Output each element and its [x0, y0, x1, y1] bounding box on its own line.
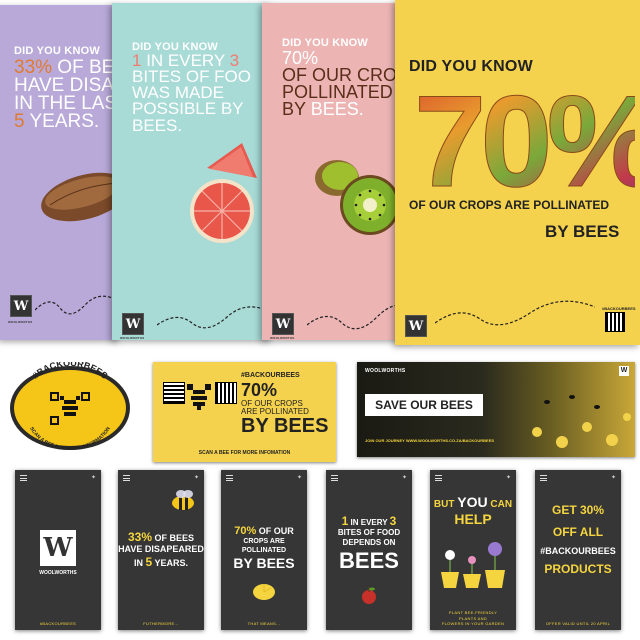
bee-trail — [35, 295, 120, 315]
poster-copy: 70% OF OUR CROP POLLINATED BY BEES. — [282, 48, 410, 120]
menu-icon — [331, 475, 338, 481]
phone-copy: 70% OF OUR CROPS ARE POLLINATED BY BEES — [233, 525, 295, 571]
backourbees-sticker: #BACKOURBEES SCAN A BEE FOR MORE INFORMA… — [10, 362, 130, 452]
phone-copy: 1 IN EVERY 3 BITES OF FOOD DEPENDS ON BE… — [337, 514, 401, 573]
hashtag-label: #BACKOURBEES — [602, 306, 636, 311]
phone-screen-you-can-help: ✦ BUT YOU CAN HELP PLANT BEE-FRIENDLY PL… — [430, 470, 516, 630]
menu-icon — [123, 475, 130, 481]
bee-trail — [435, 300, 595, 326]
phone-screen-logo: ✦ W WOOLWORTHS #BACKOURBEES — [15, 470, 101, 630]
bee-icon: ✦ — [401, 475, 407, 481]
crops-line: OF OUR CROPS ARE POLLINATED — [409, 198, 610, 212]
banner-brand: WOOLWORTHS — [365, 368, 406, 374]
banner-save-our-bees: WOOLWORTHS W SAVE OUR BEES JOIN OUR JOUR… — [357, 362, 635, 457]
save-our-bees-title: SAVE OUR BEES — [375, 398, 473, 412]
cartoon-bee-icon — [172, 490, 194, 510]
logo-text: WOOLWORTHS — [8, 320, 33, 324]
poster-copy: 33% OF BE HAVE DISAPE IN THE LAS 5 YEARS… — [14, 57, 120, 133]
poster-33-percent: DID YOU KNOW 33% OF BE HAVE DISAPE IN TH… — [0, 5, 120, 340]
bee-icon: ✦ — [296, 475, 302, 481]
big-70-percent-fruit: 70% — [414, 78, 636, 193]
poster-heading: DID YOU KNOW — [14, 45, 100, 57]
save-our-bees-box: SAVE OUR BEES — [365, 394, 483, 416]
menu-icon — [540, 475, 547, 481]
phone-copy: BUT YOU CAN HELP — [433, 494, 513, 527]
poster-70-percent-yellow: DID YOU KNOW 70% OF OUR CROPS ARE POLLIN… — [395, 0, 640, 345]
poster-70-percent-pink: DID YOU KNOW 70% OF OUR CROP POLLINATED … — [262, 3, 412, 340]
phone-screen-1-in-3: ✦ 1 IN EVERY 3 BITES OF FOOD DEPENDS ON … — [326, 470, 412, 630]
logo-text: WOOLWORTHS — [39, 570, 77, 576]
phone-screen-70-percent: ✦ 70% OF OUR CROPS ARE POLLINATED BY BEE… — [221, 470, 307, 630]
banner-url: JOIN OUR JOURNEY WWW.WOOLWORTHS.CO.ZA/BA… — [365, 438, 495, 443]
banner-footer: SCAN A BEE FOR MORE INFOMATION — [198, 450, 291, 456]
lemon-icon — [253, 584, 275, 600]
banner-percent: 70% — [241, 380, 278, 400]
bee-icon: ✦ — [90, 475, 96, 481]
bee-icon: ✦ — [193, 475, 199, 481]
woolworths-logo-large: W — [40, 530, 76, 566]
by-bees-text: BY BEES — [545, 222, 620, 241]
menu-icon — [20, 475, 27, 481]
menu-icon — [435, 475, 442, 481]
menu-icon — [226, 475, 233, 481]
poster-copy: 1 IN EVERY 3 BITES OF FOO WAS MADE POSSI… — [132, 51, 252, 135]
bee-trail — [157, 306, 272, 329]
poster-heading: DID YOU KNOW — [409, 58, 533, 75]
poster-1-in-3: DID YOU KNOW 1 IN EVERY 3 BITES OF FOO W… — [112, 3, 272, 340]
logo-text: WOOLWORTHS — [270, 336, 295, 340]
bees-flowers-image — [532, 395, 631, 448]
phone-screen-33-percent: ✦ 33% OF BEES HAVE DISAPEARED IN 5 YEARS… — [118, 470, 204, 630]
phone-footer: OFFER VALID UNTIL 20 APRIL — [545, 621, 611, 626]
qr-code-left — [163, 382, 185, 404]
pixel-bee-icon — [187, 384, 211, 410]
svg-text:70%: 70% — [414, 78, 635, 193]
phone-copy: 33% OF BEES HAVE DISAPEARED IN 5 YEARS. — [118, 530, 204, 570]
flower-pots-icon — [441, 542, 505, 588]
qr-code — [605, 312, 625, 332]
qr-code-right — [215, 382, 237, 404]
banner-bees: BY BEES — [241, 415, 329, 437]
grapefruit-image — [190, 143, 257, 243]
logo-text: WOOLWORTHS — [120, 336, 145, 340]
bee-icon: ✦ — [610, 475, 616, 481]
phone-copy: GET 30% OFF ALL #BACKOURBEES PRODUCTS — [540, 503, 616, 577]
phone-screen-30-percent-off: ✦ GET 30% OFF ALL #BACKOURBEES PRODUCTS … — [535, 470, 621, 630]
woolworths-logo: W — [272, 313, 294, 335]
apple-icon — [362, 587, 376, 604]
phone-footer: PLANT BEE-FRIENDLY PLANTS AND FLOWERS IN… — [441, 610, 505, 626]
banner-70-percent: #BACKOURBEES 70% OF OUR CROPS ARE POLLIN… — [153, 362, 336, 462]
phone-footer: FUTHERMORE... — [143, 621, 179, 626]
banner-hashtag: #BACKOURBEES — [241, 372, 300, 379]
phone-footer: THAT MEANS... — [247, 621, 281, 626]
almond-image — [41, 172, 120, 222]
woolworths-logo: W — [10, 295, 32, 317]
bee-icon: ✦ — [505, 475, 511, 481]
phone-footer: #BACKOURBEES — [39, 621, 77, 626]
woolworths-logo: W — [405, 315, 427, 337]
woolworths-logo: W — [122, 313, 144, 335]
